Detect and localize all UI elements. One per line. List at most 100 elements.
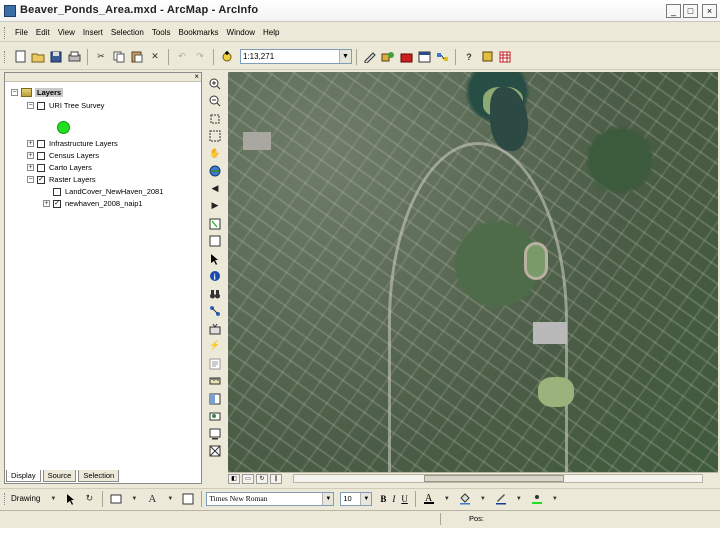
- select-elements-icon[interactable]: [208, 252, 222, 265]
- add-data-icon[interactable]: [219, 49, 235, 65]
- chevron-down-icon[interactable]: ▼: [475, 491, 491, 507]
- bold-button[interactable]: B: [380, 494, 386, 504]
- table-icon[interactable]: [497, 49, 513, 65]
- text-tool-icon[interactable]: A: [144, 491, 160, 507]
- close-button[interactable]: ×: [702, 4, 717, 18]
- command-line-icon[interactable]: [416, 49, 432, 65]
- layer-label[interactable]: Raster Layers: [49, 175, 96, 184]
- font-color-icon[interactable]: A: [421, 491, 437, 507]
- chevron-down-icon[interactable]: ▼: [547, 491, 563, 507]
- menu-grip[interactable]: [4, 26, 7, 39]
- find-binoculars-icon[interactable]: [208, 287, 222, 300]
- identify-info-icon[interactable]: i: [208, 269, 222, 282]
- fixed-zoom-out-icon[interactable]: [208, 129, 222, 142]
- menu-tools[interactable]: Tools: [148, 28, 175, 37]
- font-name-combo[interactable]: Times New Roman ▼: [206, 491, 335, 506]
- identify-icon[interactable]: [479, 49, 495, 65]
- tree-row-uri-tree-survey[interactable]: − URI Tree Survey: [27, 100, 104, 111]
- tree-row-infrastructure[interactable]: + Infrastructure Layers: [27, 138, 118, 149]
- pan-icon[interactable]: ✋: [208, 147, 222, 160]
- layer-checkbox-checked[interactable]: ✓: [37, 175, 45, 184]
- rectangle-tool-icon[interactable]: [108, 491, 124, 507]
- font-size-combo[interactable]: 10 ▼: [340, 491, 373, 506]
- select-features-icon[interactable]: [208, 217, 222, 230]
- layer-checkbox-checked[interactable]: ✓: [53, 199, 61, 208]
- tab-display[interactable]: Display: [6, 470, 41, 482]
- layer-label[interactable]: URI Tree Survey: [49, 101, 104, 110]
- editor-toolbar-icon[interactable]: [362, 49, 378, 65]
- arctoolbox-icon[interactable]: [398, 49, 414, 65]
- route-icon[interactable]: [208, 304, 222, 317]
- paste-icon[interactable]: [129, 49, 145, 65]
- chevron-down-icon[interactable]: ▼: [45, 491, 61, 507]
- chevron-down-icon[interactable]: ▼: [439, 491, 455, 507]
- refresh-icon[interactable]: ↻: [256, 473, 268, 484]
- time-slider-icon[interactable]: [208, 409, 222, 422]
- back-extent-icon[interactable]: ◀: [208, 182, 222, 195]
- layer-checkbox[interactable]: [37, 139, 45, 148]
- underline-button[interactable]: U: [401, 494, 408, 504]
- expand-icon[interactable]: +: [27, 140, 34, 147]
- tree-row-landcover[interactable]: LandCover_NewHaven_2081: [43, 186, 163, 197]
- tree-row-carto[interactable]: + Carto Layers: [27, 162, 92, 173]
- select-elements-arrow-icon[interactable]: [63, 491, 79, 507]
- chevron-down-icon[interactable]: ▼: [126, 491, 142, 507]
- cut-icon[interactable]: ✂: [93, 49, 109, 65]
- whats-this-help-icon[interactable]: ?: [461, 49, 477, 65]
- layer-checkbox[interactable]: [37, 151, 45, 160]
- menu-edit[interactable]: Edit: [32, 28, 54, 37]
- menu-help[interactable]: Help: [259, 28, 283, 37]
- delete-icon[interactable]: ✕: [147, 49, 163, 65]
- expand-icon[interactable]: +: [27, 164, 34, 171]
- layer-label[interactable]: newhaven_2008_naip1: [65, 199, 143, 208]
- drawing-menu[interactable]: Drawing: [11, 494, 40, 503]
- go-to-xy-icon[interactable]: [208, 322, 222, 335]
- html-popup-icon[interactable]: [208, 357, 222, 370]
- hyperlink-lightning-icon[interactable]: ⚡: [208, 339, 222, 352]
- copy-icon[interactable]: [111, 49, 127, 65]
- open-folder-icon[interactable]: [30, 49, 46, 65]
- layer-label[interactable]: LandCover_NewHaven_2081: [65, 187, 163, 196]
- tab-selection[interactable]: Selection: [78, 470, 120, 482]
- tree-row-raster[interactable]: − ✓ Raster Layers: [27, 174, 96, 185]
- data-view-icon[interactable]: ◧: [228, 473, 240, 484]
- zoom-out-icon[interactable]: [208, 94, 222, 107]
- tree-row-newhaven-naip[interactable]: + ✓ newhaven_2008_naip1: [43, 198, 143, 209]
- tab-source[interactable]: Source: [42, 470, 77, 482]
- menu-insert[interactable]: Insert: [79, 28, 107, 37]
- expand-icon[interactable]: +: [27, 152, 34, 159]
- clear-selection-icon[interactable]: [208, 234, 222, 247]
- toolbar-grip[interactable]: [4, 50, 7, 63]
- menu-selection[interactable]: Selection: [107, 28, 148, 37]
- horizontal-scrollbar[interactable]: [293, 474, 703, 483]
- chevron-down-icon[interactable]: ▼: [322, 492, 334, 505]
- rotate-icon[interactable]: ↻: [81, 491, 97, 507]
- toolbar-grip[interactable]: [4, 492, 7, 505]
- layer-checkbox[interactable]: [37, 101, 45, 110]
- maximize-button[interactable]: □: [683, 4, 698, 18]
- layer-label[interactable]: Carto Layers: [49, 163, 92, 172]
- layer-checkbox[interactable]: [53, 187, 61, 196]
- collapse-icon[interactable]: −: [11, 89, 18, 96]
- save-icon[interactable]: [48, 49, 64, 65]
- zoom-in-icon[interactable]: [208, 77, 222, 90]
- layout-view-icon[interactable]: [208, 427, 222, 440]
- model-builder-icon[interactable]: [434, 49, 450, 65]
- layer-label[interactable]: Census Layers: [49, 151, 99, 160]
- map-scale-combo[interactable]: 1:13,271 ▼: [240, 49, 352, 64]
- create-viewer-icon[interactable]: [208, 444, 222, 457]
- tree-row-layers[interactable]: − Layers: [11, 87, 64, 98]
- expand-icon[interactable]: [43, 188, 50, 195]
- fill-bucket-icon[interactable]: [457, 491, 473, 507]
- point-symbol-icon[interactable]: [57, 121, 70, 134]
- layer-label[interactable]: Infrastructure Layers: [49, 139, 118, 148]
- collapse-icon[interactable]: −: [27, 176, 34, 183]
- line-color-icon[interactable]: [493, 491, 509, 507]
- collapse-icon[interactable]: −: [27, 102, 34, 109]
- forward-extent-icon[interactable]: ▶: [208, 199, 222, 212]
- chevron-down-icon[interactable]: ▼: [511, 491, 527, 507]
- menu-window[interactable]: Window: [223, 28, 259, 37]
- chevron-down-icon[interactable]: ▼: [339, 50, 351, 63]
- tree-root-label[interactable]: Layers: [35, 88, 64, 97]
- fixed-zoom-in-icon[interactable]: [208, 112, 222, 125]
